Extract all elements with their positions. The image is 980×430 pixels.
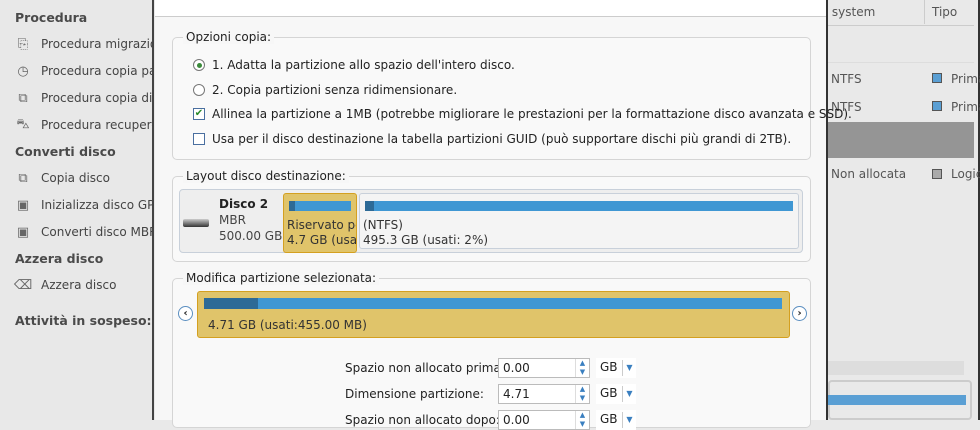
sidebar-item-copy-disk[interactable]: ⧉ Copia disco xyxy=(15,170,110,186)
radio-fit-disk[interactable]: 1. Adatta la partizione allo spazio dell… xyxy=(193,58,515,72)
sidebar-item-disk-copy[interactable]: ⧉Procedura copia disco xyxy=(15,90,152,106)
table-row-selected[interactable] xyxy=(828,122,974,158)
table-row-type[interactable]: Primaria xyxy=(951,72,980,86)
chevron-down-icon: ▼ xyxy=(622,360,636,376)
sidebar-item-partition-copy[interactable]: ◷Procedura copia partizione xyxy=(15,63,152,79)
pending-operations: Attività in sospeso: 0 xyxy=(15,313,154,328)
section-title: Converti disco xyxy=(15,144,116,159)
convert-icon: ▣ xyxy=(16,224,30,240)
partition-copy-icon: ◷ xyxy=(17,63,29,79)
sidebar-item-init-gpt[interactable]: ▣ Inizializza disco GPT xyxy=(15,197,152,213)
shrink-left-button[interactable]: ‹ xyxy=(178,306,193,321)
disk-icon xyxy=(183,219,209,227)
checkbox-gpt[interactable]: Usa per il disco destinazione la tabella… xyxy=(193,132,791,146)
layout-group: Layout disco destinazione: Disco 2 MBR 5… xyxy=(172,169,811,262)
disk-copy-icon: ⧉ xyxy=(18,90,28,106)
partition-size-input[interactable]: 4.71 ▲ ▼ xyxy=(498,384,590,404)
section-title: Azzera disco xyxy=(15,251,104,266)
section-title: Procedura xyxy=(15,10,88,25)
disk-size: 500.00 GB xyxy=(219,229,283,243)
disk-type: MBR xyxy=(219,213,246,227)
partition-block-ntfs[interactable]: (NTFS) 495.3 GB (usati: 2%) xyxy=(359,193,799,249)
unit-select[interactable]: GB ▼ xyxy=(596,358,636,378)
convert-icon: ▣ xyxy=(16,197,30,213)
copy-options-group: Opzioni copia: 1. Adatta la partizione a… xyxy=(172,30,852,160)
unallocated-before-input[interactable]: 0.00 ▲ ▼ xyxy=(498,358,590,378)
table-row-fs[interactable]: NTFS xyxy=(831,72,862,86)
table-row-type[interactable]: Logica xyxy=(951,167,980,181)
sidebar-item-migrate[interactable]: ⎘Procedura migrazione xyxy=(15,36,152,52)
copy-disk-dialog: Opzioni copia: 1. Adatta la partizione a… xyxy=(155,0,852,430)
partition-size-label: 4.71 GB (usati:455.00 MB) xyxy=(208,318,367,332)
unit-select[interactable]: GB ▼ xyxy=(596,410,636,430)
partition-block-reserved[interactable]: Riservato per il sistema 4.7 GB (usati: … xyxy=(283,193,357,253)
partition-table: File system Tipo NTFS Primaria NTFS Prim… xyxy=(808,0,980,420)
partition-resize-bar[interactable]: 4.71 GB (usati:455.00 MB) xyxy=(197,291,790,338)
edit-partition-group: Modifica partizione selezionata: ‹ 4.71 … xyxy=(172,271,811,430)
radio-no-resize[interactable]: 2. Copia partizioni senza ridimensionare… xyxy=(193,83,457,97)
disk-name: Disco 2 xyxy=(219,197,269,211)
spinner[interactable]: ▲ ▼ xyxy=(575,359,589,377)
recovery-icon: ⛍ xyxy=(16,116,30,132)
table-row-type[interactable]: Primaria xyxy=(951,100,980,114)
chevron-down-icon: ▼ xyxy=(622,386,636,402)
eraser-icon: ⌫ xyxy=(13,277,33,293)
chevron-down-icon: ▼ xyxy=(622,412,636,428)
disk-copy-icon: ⧉ xyxy=(18,170,28,186)
sidebar: Procedura ⎘Procedura migrazione ◷Procedu… xyxy=(0,0,154,420)
spinner[interactable]: ▲ ▼ xyxy=(575,411,589,429)
unallocated-after-input[interactable]: 0.00 ▲ ▼ xyxy=(498,410,590,430)
sidebar-item-recovery[interactable]: ⛍ Procedura recupero xyxy=(15,116,152,133)
horizontal-scrollbar[interactable] xyxy=(828,361,964,375)
table-row-fs[interactable]: Non allocata xyxy=(831,167,906,181)
unit-select[interactable]: GB ▼ xyxy=(596,384,636,404)
sidebar-item-convert-mbr[interactable]: ▣Converti disco MBR in GPT xyxy=(15,224,152,240)
checkbox-align-1mb[interactable]: ✔ Allinea la partizione a 1MB (potrebbe m… xyxy=(193,107,852,121)
shrink-right-button[interactable]: › xyxy=(792,306,807,321)
column-header-type[interactable]: Tipo xyxy=(932,5,957,19)
sidebar-item-wipe[interactable]: ⌫ Azzera disco xyxy=(13,277,117,293)
spinner[interactable]: ▲ ▼ xyxy=(575,385,589,403)
migrate-icon: ⎘ xyxy=(17,36,29,52)
